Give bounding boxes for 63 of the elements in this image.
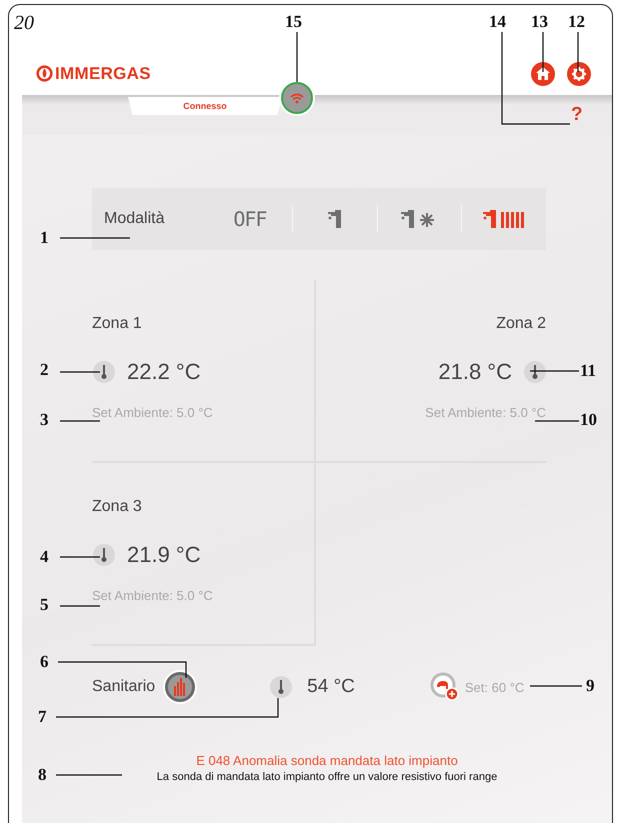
dhw-label: Sanitario <box>92 678 156 696</box>
settings-button[interactable] <box>567 62 591 86</box>
leader-line <box>530 370 579 372</box>
dhw-toggle-button[interactable] <box>165 672 196 702</box>
alarm-title: E 048 Anomalia sonda mandata lato impianto <box>196 753 458 768</box>
callout-number: 15 <box>285 12 302 32</box>
tap-plus-icon <box>430 672 460 702</box>
dhw-temperature: 54 °C <box>307 676 355 698</box>
wifi-button[interactable] <box>281 82 313 114</box>
tap-radiator-icon <box>482 209 526 229</box>
callout-number: 11 <box>580 361 596 381</box>
help-button[interactable]: ? <box>571 104 583 126</box>
flame-logo-icon <box>36 65 53 82</box>
dhw-setpoint-button[interactable] <box>430 672 460 702</box>
callout-number: 4 <box>40 547 48 567</box>
callout-number: 10 <box>580 410 597 430</box>
callout-number: 1 <box>40 228 48 248</box>
zone-temperature: 22.2 °C <box>127 359 201 385</box>
leader-line <box>60 237 130 239</box>
tap-icon <box>326 209 343 229</box>
leader-line <box>60 605 100 607</box>
leader-line <box>535 420 579 422</box>
mode-label: Modalità <box>104 210 166 228</box>
leader-line <box>60 371 100 373</box>
callout-number: 9 <box>586 676 594 696</box>
zone-temperature: 21.8 °C <box>438 359 512 385</box>
thermometer-icon <box>93 544 115 566</box>
brand-logo: IMMERGAS <box>55 64 151 84</box>
callout-number: 5 <box>40 595 48 615</box>
leader-line <box>60 556 100 558</box>
callout-number: 13 <box>531 12 548 32</box>
zone-name: Zona 2 <box>496 315 546 333</box>
mode-tab[interactable]: OFF <box>208 199 292 239</box>
home-icon <box>536 67 550 80</box>
zone-setpoint: Set Ambiente: 5.0 °C <box>425 405 546 420</box>
zone-name: Zona 3 <box>92 498 142 516</box>
home-button[interactable] <box>531 62 555 86</box>
wifi-icon <box>290 92 304 104</box>
callout-number: 6 <box>40 652 48 672</box>
settings-icon <box>572 66 586 80</box>
zone-temperature: 21.9 °C <box>127 542 201 568</box>
zone-setpoint: Set Ambiente: 5.0 °C <box>92 405 213 420</box>
leader-line <box>56 774 122 776</box>
zone-name: Zona 1 <box>92 315 142 333</box>
callout-number: 7 <box>38 707 46 727</box>
callout-number: 14 <box>489 12 506 32</box>
callout-number: 8 <box>38 765 46 785</box>
callout-number: 2 <box>40 360 48 380</box>
dhw-setpoint: Set: 60 °C <box>464 680 524 694</box>
leader-line <box>296 32 298 82</box>
connection-status: Connesso <box>183 101 227 111</box>
callout-number: 3 <box>40 410 48 430</box>
leader-line <box>577 32 579 72</box>
figure-number: 20 <box>14 12 34 35</box>
thermometer-icon <box>93 361 115 383</box>
alarm-description: La sonda di mandata lato impianto offre un valore resistivo fuori range <box>156 771 498 783</box>
thermometer-icon <box>270 676 292 698</box>
thermometer-icon <box>524 361 546 383</box>
zone-setpoint: Set Ambiente: 5.0 °C <box>92 588 213 603</box>
callout-number: 12 <box>568 12 585 32</box>
leader-line <box>530 685 582 687</box>
flame-bars-icon <box>173 678 188 696</box>
leader-line <box>60 420 100 422</box>
